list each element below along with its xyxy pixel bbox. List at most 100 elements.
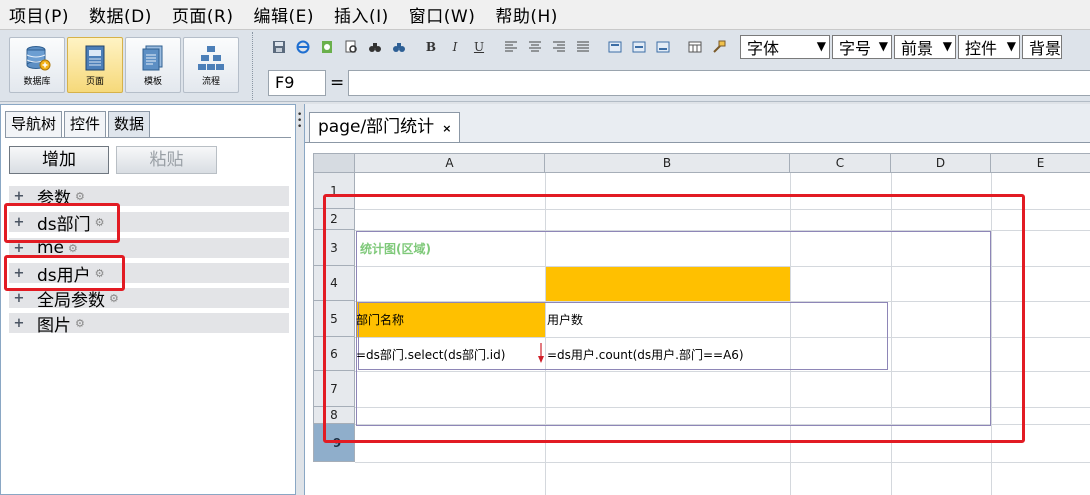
bold-icon[interactable]: B (420, 36, 442, 58)
cell-b6[interactable]: =ds用户.count(ds用户.部门==A6) (547, 337, 744, 371)
grid-line (355, 230, 1090, 231)
tree-item-ds-user[interactable]: + ds用户 ⚙ (9, 263, 289, 286)
add-button[interactable]: 增加 (9, 146, 109, 174)
expand-icon[interactable]: + (11, 291, 27, 306)
expand-icon[interactable]: + (11, 266, 27, 281)
font-size-value: 字号 (839, 39, 872, 58)
cell-b5[interactable]: 用户数 (547, 302, 583, 337)
designer-window: { "menubar": { "items": ["项目(P)", "数据(D)… (0, 0, 1090, 495)
font-size-select[interactable]: 字号 ▼ (832, 35, 892, 59)
valign-middle-icon[interactable] (628, 36, 650, 58)
menu-page[interactable]: 页面(R) (169, 2, 237, 27)
align-right-icon[interactable] (548, 36, 570, 58)
tree-item-global-params[interactable]: + 全局参数 ⚙ (9, 288, 289, 311)
tab-navigation-tree[interactable]: 导航树 (5, 111, 63, 137)
menu-bar: 项目(P) 数据(D) 页面(R) 编辑(E) 插入(I) 窗口(W) 帮助(H… (0, 0, 1090, 30)
database-button[interactable]: 数据库 (9, 37, 65, 93)
save-icon[interactable] (268, 36, 290, 58)
valign-top-icon[interactable] (604, 36, 626, 58)
underline-icon[interactable]: U (468, 36, 490, 58)
template-button[interactable]: 模板 (125, 37, 181, 93)
close-icon[interactable]: × (442, 122, 451, 135)
foreground-select[interactable]: 前景 ▼ (894, 35, 956, 59)
format-painter-icon[interactable] (708, 36, 730, 58)
column-header-d[interactable]: D (891, 153, 991, 173)
tree-item-params[interactable]: + 参数 ⚙ (9, 186, 289, 209)
tree-item-label: ds部门 (37, 214, 91, 235)
column-header-b[interactable]: B (545, 153, 790, 173)
menu-window[interactable]: 窗口(W) (406, 2, 479, 27)
left-panel: 导航树 控件 数据 增加 粘贴 + 参数 ⚙ + ds部门 ⚙ + me ⚙ +… (0, 104, 296, 495)
row-header-1[interactable]: 1 (313, 173, 355, 209)
cell-reference-box[interactable]: F9 (268, 70, 326, 96)
page-label: 页面 (85, 77, 104, 87)
toolbar: 数据库 页面 模板 流程 B I U 字体 ▼ 字号 ▼ 前景 ▼ 控件 ▼ 背… (0, 30, 1090, 102)
page-button[interactable]: 页面 (67, 37, 123, 93)
formula-input[interactable] (348, 70, 1090, 96)
gear-icon: ⚙ (94, 215, 105, 229)
italic-icon[interactable]: I (444, 36, 466, 58)
sheet-container: A B C D E 1 2 3 4 5 6 7 8 9 统计图(区域) 部门名称… (305, 142, 1090, 495)
gear-icon: ⚙ (94, 266, 105, 280)
column-header-a[interactable]: A (355, 153, 545, 173)
left-panel-tabs: 导航树 控件 数据 (5, 111, 152, 137)
expand-icon[interactable]: + (11, 189, 27, 204)
control-select[interactable]: 控件 ▼ (958, 35, 1020, 59)
tree-item-label: ds用户 (37, 265, 91, 286)
grid-line (790, 173, 791, 495)
tab-data[interactable]: 数据 (108, 111, 151, 137)
background-select[interactable]: 背景 (1022, 35, 1062, 59)
tab-controls[interactable]: 控件 (64, 111, 107, 137)
column-header-c[interactable]: C (790, 153, 891, 173)
chevron-down-icon: ▼ (878, 39, 888, 53)
spreadsheet-grid: A B C D E 1 2 3 4 5 6 7 8 9 统计图(区域) 部门名称… (313, 153, 1090, 495)
row-header-5[interactable]: 5 (313, 301, 355, 337)
tree-item-me[interactable]: + me ⚙ (9, 238, 289, 258)
align-center-icon[interactable] (524, 36, 546, 58)
font-family-select[interactable]: 字体 ▼ (740, 35, 830, 59)
column-header-e[interactable]: E (991, 153, 1090, 173)
expand-icon[interactable]: + (11, 241, 27, 256)
row-header-6[interactable]: 6 (313, 337, 355, 371)
flow-button[interactable]: 流程 (183, 37, 239, 93)
menu-insert[interactable]: 插入(I) (331, 2, 392, 27)
formula-bar: F9 = (264, 68, 1090, 98)
panel-splitter[interactable]: • • • (296, 104, 304, 495)
flow-icon (198, 46, 224, 70)
cell-a3[interactable]: 统计图(区域) (360, 231, 431, 266)
grid-line (355, 462, 1090, 463)
equals-label: = (330, 73, 345, 93)
grid-line (355, 424, 1090, 425)
expand-icon[interactable]: + (11, 316, 27, 331)
row-header-7[interactable]: 7 (313, 371, 355, 407)
data-panel: 增加 粘贴 + 参数 ⚙ + ds部门 ⚙ + me ⚙ + ds用户 ⚙ + … (5, 138, 291, 488)
tree-item-ds-dept[interactable]: + ds部门 ⚙ (9, 212, 289, 235)
menu-data[interactable]: 数据(D) (86, 2, 155, 27)
row-header-2[interactable]: 2 (313, 209, 355, 230)
find-icon[interactable] (364, 36, 386, 58)
cell-a6[interactable]: =ds部门.select(ds部门.id) (356, 337, 505, 371)
select-all-corner[interactable] (313, 153, 355, 173)
print-preview-icon[interactable] (340, 36, 362, 58)
preview-icon[interactable] (316, 36, 338, 58)
menu-edit[interactable]: 编辑(E) (250, 2, 317, 27)
row-header-3[interactable]: 3 (313, 230, 355, 266)
valign-bottom-icon[interactable] (652, 36, 674, 58)
find-replace-icon[interactable] (388, 36, 410, 58)
gear-icon: ⚙ (109, 291, 119, 305)
merge-cells-icon[interactable] (684, 36, 706, 58)
row-header-4[interactable]: 4 (313, 266, 355, 301)
background-value: 背景 (1029, 39, 1062, 58)
menu-help[interactable]: 帮助(H) (492, 2, 561, 27)
menu-project[interactable]: 项目(P) (6, 2, 72, 27)
paste-button[interactable]: 粘贴 (116, 146, 217, 174)
justify-icon[interactable] (572, 36, 594, 58)
expand-icon[interactable]: + (11, 215, 27, 230)
row-header-9[interactable]: 9 (313, 424, 355, 462)
ie-icon[interactable] (292, 36, 314, 58)
document-tab[interactable]: page/部门统计 × (309, 112, 461, 142)
tree-item-images[interactable]: + 图片 ⚙ (9, 313, 289, 336)
cell-a5[interactable]: 部门名称 (356, 302, 404, 337)
align-left-icon[interactable] (500, 36, 522, 58)
row-header-8[interactable]: 8 (313, 407, 355, 424)
